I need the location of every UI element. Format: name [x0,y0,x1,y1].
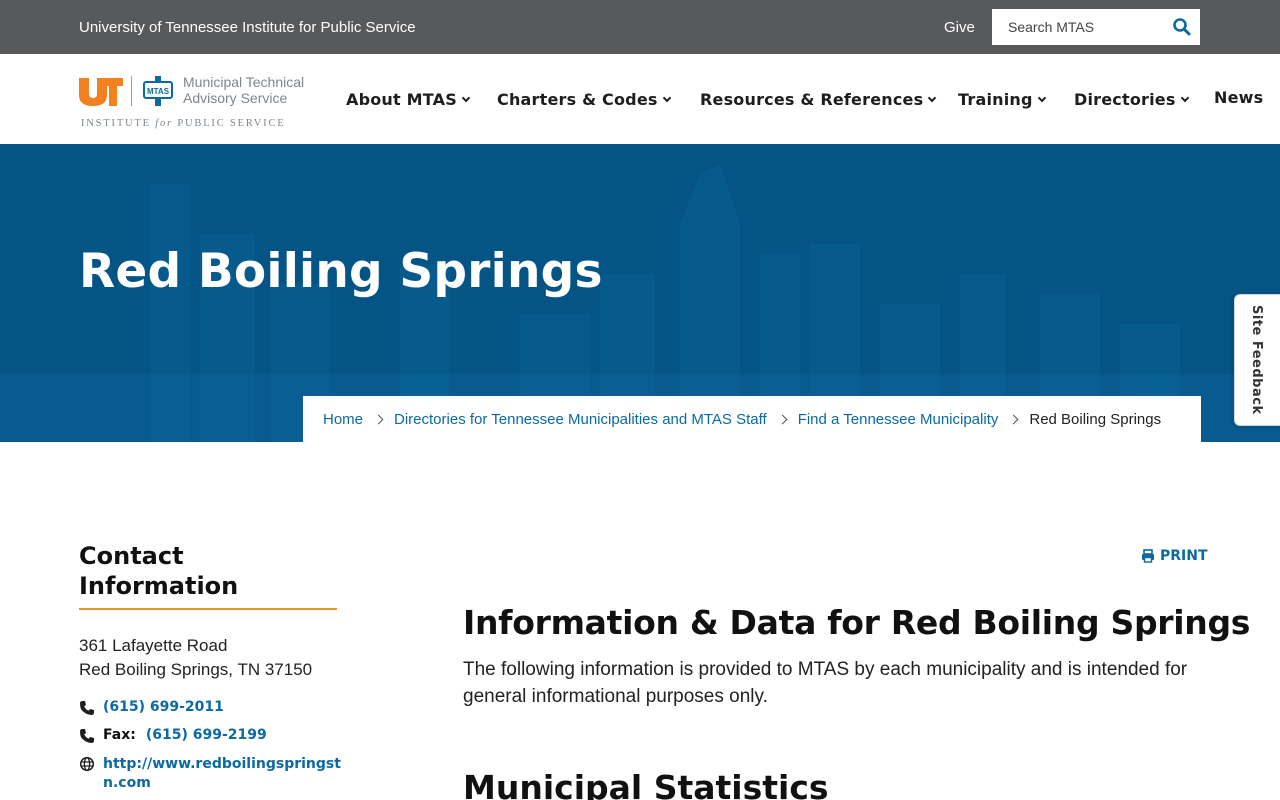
fax-link[interactable]: (615) 699-2199 [146,727,267,743]
nav-training-label: Training [958,90,1033,109]
breadcrumb-home[interactable]: Home [323,411,363,428]
website-row: http://www.redboilingspringst n.com [79,755,341,793]
phone-row: (615) 699-2011 [79,699,224,716]
logo-institute: INSTITUTE for PUBLIC SERVICE [81,118,285,129]
chevron-down-icon [1180,93,1189,103]
phone-icon [80,729,94,743]
fax-label: Fax: [103,727,136,743]
globe-icon [79,756,95,772]
nav-about-mtas[interactable]: About MTAS [346,90,471,109]
chevron-right-icon [777,414,788,424]
nav-training[interactable]: Training [958,90,1046,109]
search-icon[interactable] [1172,17,1192,37]
breadcrumb-current: Red Boiling Springs [1029,410,1162,428]
statistics-heading: Municipal Statistics [463,768,829,800]
nav-directories-label: Directories [1074,90,1176,109]
badge-text: MTAS [147,87,170,96]
address-line1: 361 Lafayette Road [79,636,228,655]
mtas-badge-icon: MTAS [143,76,173,106]
chevron-right-icon [373,414,384,424]
site-header: MTAS Municipal Technical Advisory Servic… [0,54,1280,144]
contact-divider [79,608,337,610]
contact-heading: Contact Information [79,541,337,601]
give-link[interactable]: Give [944,19,975,36]
logo-institute-pre: INSTITUTE [81,118,151,129]
site-feedback-tab[interactable]: Site Feedback [1234,294,1280,426]
nav-resources-references[interactable]: Resources & References [700,90,937,109]
logo-name: Municipal Technical Advisory Service [183,74,304,106]
logo-institute-for: for [155,118,173,129]
breadcrumb-directories[interactable]: Directories for Tennessee Municipalities… [394,411,767,428]
breadcrumb: Home Directories for Tennessee Municipal… [303,396,1201,442]
address-line2: Red Boiling Springs, TN 37150 [79,660,313,679]
nav-news-label: News [1214,88,1264,107]
nav-directories[interactable]: Directories [1074,90,1189,109]
logo-name-line2: Advisory Service [183,90,288,106]
fax-row: Fax: (615) 699-2199 [79,727,267,744]
contact-heading-line1: Contact [79,542,184,570]
logo-name-line1: Municipal Technical [183,74,305,90]
logo-institute-post: PUBLIC SERVICE [177,118,286,129]
page-title: Red Boiling Springs [79,244,603,299]
institute-link[interactable]: University of Tennessee Institute for Pu… [79,19,416,36]
chevron-right-icon [1008,414,1019,424]
ut-logo-icon [79,78,123,106]
search-box [992,9,1200,45]
mtas-logo[interactable]: MTAS Municipal Technical Advisory Servic… [79,74,319,134]
print-label: PRINT [1160,548,1208,564]
website-line1: http://www.redboilingspringst [103,756,341,772]
chevron-down-icon [928,93,937,103]
nav-charters-codes-label: Charters & Codes [497,90,658,109]
nav-resources-references-label: Resources & References [700,90,924,109]
utility-bar: University of Tennessee Institute for Pu… [0,0,1280,54]
search-input[interactable] [992,9,1162,45]
chevron-down-icon [1037,93,1046,103]
logo-divider [131,76,132,106]
nav-news[interactable]: News [1214,88,1263,107]
site-feedback-label: Site Feedback [1249,305,1264,415]
info-heading: Information & Data for Red Boiling Sprin… [463,603,1251,642]
chevron-down-icon [461,93,471,103]
chevron-down-icon [662,93,671,103]
nav-about-mtas-label: About MTAS [346,90,457,109]
contact-heading-line2: Information [79,572,239,600]
print-button[interactable]: PRINT [1141,548,1208,564]
nav-charters-codes[interactable]: Charters & Codes [497,90,671,109]
info-intro: The following information is provided to… [463,659,1188,707]
printer-icon [1142,549,1154,563]
phone-icon [80,701,94,715]
website-line2: n.com [103,775,151,791]
phone-link[interactable]: (615) 699-2011 [103,699,224,715]
breadcrumb-find-municipality[interactable]: Find a Tennessee Municipality [798,411,999,428]
website-link[interactable]: http://www.redboilingspringst n.com [103,755,341,793]
